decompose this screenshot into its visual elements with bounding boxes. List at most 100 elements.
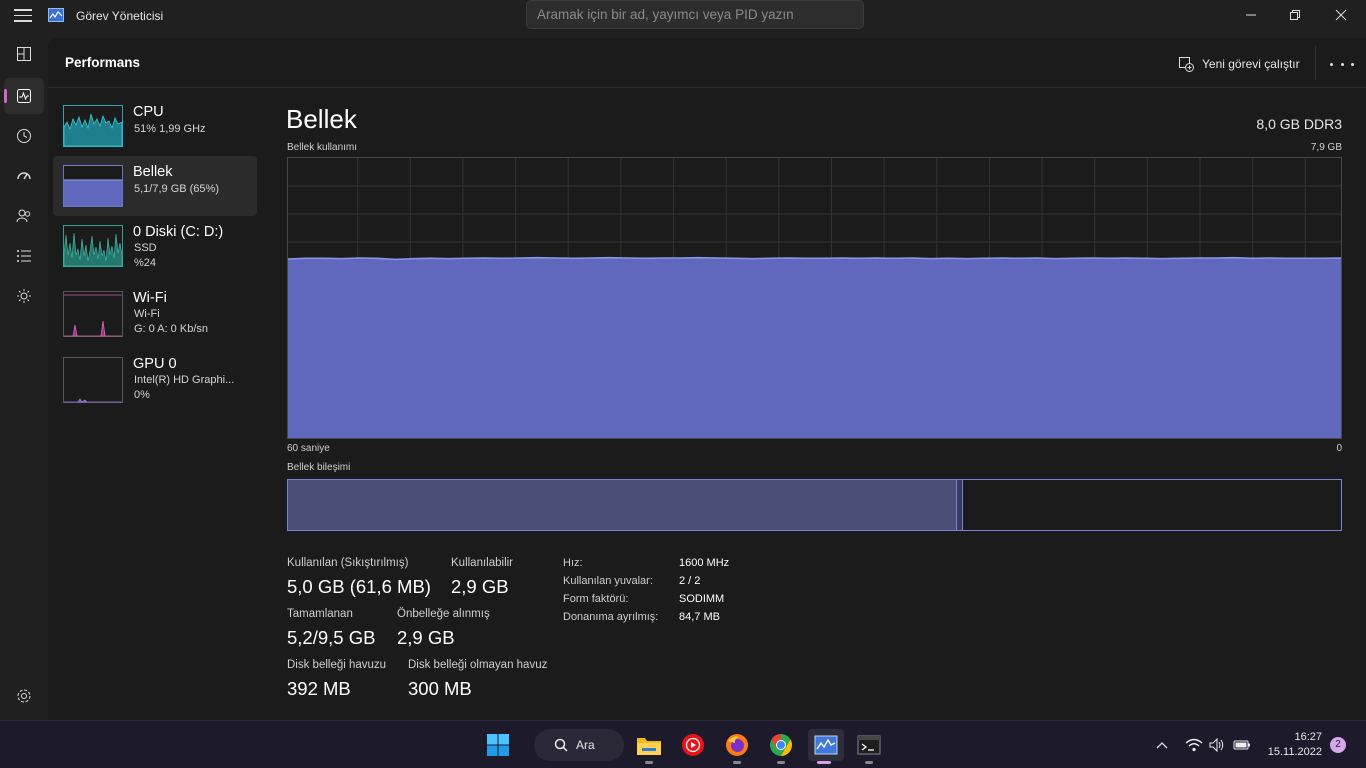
committed-value: 5,2/9,5 GB bbox=[287, 627, 376, 648]
running-indicator bbox=[865, 761, 873, 764]
usage-graph-label: Bellek kullanımı bbox=[287, 142, 358, 153]
taskbar: Ara 16:27 15.11.2022 2 bbox=[0, 720, 1366, 768]
side-item-subtitle: Wi-Fi bbox=[134, 308, 160, 320]
speed-key: Hız: bbox=[563, 557, 583, 569]
side-item-gpu[interactable]: GPU 0 Intel(R) HD Graphi... 0% bbox=[53, 348, 257, 408]
side-item-subtitle: 51% 1,99 GHz bbox=[134, 123, 206, 135]
taskbar-chrome[interactable] bbox=[765, 729, 797, 764]
cpu-thumbnail-graph bbox=[63, 105, 123, 147]
nav-performance[interactable] bbox=[4, 78, 44, 114]
main-panel: Performans Yeni görevi çalıştır CPU 51% … bbox=[48, 38, 1366, 720]
taskbar-firefox[interactable] bbox=[721, 729, 753, 764]
side-item-subtitle: SSD bbox=[134, 242, 157, 254]
system-clock[interactable]: 16:27 15.11.2022 bbox=[1262, 730, 1322, 760]
taskbar-start[interactable] bbox=[482, 729, 514, 761]
hardware-reserved-key: Donanıma ayrılmış: bbox=[563, 611, 659, 623]
start-icon bbox=[487, 734, 509, 756]
memory-usage-graph bbox=[287, 157, 1342, 439]
composition-in-use-segment bbox=[288, 480, 957, 530]
clock-date: 15.11.2022 bbox=[1267, 746, 1322, 758]
header-divider bbox=[1315, 46, 1316, 80]
volume-icon bbox=[1209, 738, 1224, 752]
show-hidden-icons-button[interactable] bbox=[1146, 729, 1178, 761]
nav-processes[interactable] bbox=[4, 36, 44, 72]
available-label: Kullanılabilir bbox=[451, 557, 514, 569]
nav-settings[interactable] bbox=[4, 678, 44, 714]
nav-services[interactable] bbox=[4, 278, 44, 314]
gpu-thumbnail-graph bbox=[63, 357, 123, 403]
composition-modified-segment bbox=[957, 480, 963, 530]
restore-icon bbox=[1290, 10, 1300, 20]
search-icon bbox=[554, 738, 568, 752]
battery-button[interactable] bbox=[1226, 729, 1258, 761]
nav-startup-apps[interactable] bbox=[4, 158, 44, 194]
details-icon bbox=[17, 250, 31, 262]
time-axis-end: 0 bbox=[1336, 443, 1342, 454]
side-item-wifi[interactable]: Wi-Fi Wi-Fi G: 0 A: 0 Kb/sn bbox=[53, 282, 257, 342]
nav-users[interactable] bbox=[4, 198, 44, 234]
time-axis-start: 60 saniye bbox=[287, 443, 330, 454]
side-item-title: 0 Diski (C: D:) bbox=[133, 224, 224, 240]
settings-icon bbox=[17, 689, 31, 703]
side-item-detail: G: 0 A: 0 Kb/sn bbox=[134, 323, 208, 335]
in-use-value: 5,0 GB (61,6 MB) bbox=[287, 576, 431, 597]
side-item-memory[interactable]: Bellek 5,1/7,9 GB (65%) bbox=[53, 156, 257, 216]
taskbar-search[interactable]: Ara bbox=[534, 729, 624, 761]
paged-pool-value: 392 MB bbox=[287, 678, 351, 699]
slots-key: Kullanılan yuvalar: bbox=[563, 575, 653, 587]
users-icon bbox=[16, 209, 31, 223]
page-title: Performans bbox=[65, 55, 141, 70]
nav-details[interactable] bbox=[4, 238, 44, 274]
paged-pool-label: Disk belleği havuzu bbox=[287, 659, 387, 671]
close-button[interactable] bbox=[1318, 0, 1364, 30]
side-item-subtitle: Intel(R) HD Graphi... bbox=[134, 374, 235, 386]
available-value: 2,9 GB bbox=[451, 576, 509, 597]
memory-spec: 8,0 GB DDR3 bbox=[1256, 116, 1342, 132]
startup-apps-icon bbox=[17, 172, 31, 180]
search-input[interactable]: Aramak için bir ad, yayımcı veya PID yaz… bbox=[526, 0, 864, 29]
nav-rail bbox=[0, 32, 48, 720]
side-item-title: Bellek bbox=[133, 164, 173, 180]
side-item-cpu[interactable]: CPU 51% 1,99 GHz bbox=[53, 96, 257, 156]
minimize-button[interactable] bbox=[1228, 0, 1274, 30]
memory-composition-bar bbox=[287, 479, 1342, 531]
side-item-disk[interactable]: 0 Diski (C: D:) SSD %24 bbox=[53, 216, 257, 276]
chrome-icon bbox=[770, 734, 792, 756]
title-bar: Görev Yöneticisi Aramak için bir ad, yay… bbox=[0, 0, 1366, 32]
usage-graph-max: 7,9 GB bbox=[1310, 142, 1342, 153]
processes-icon bbox=[17, 47, 31, 61]
disk-thumbnail-graph bbox=[63, 225, 123, 267]
restore-button[interactable] bbox=[1272, 0, 1318, 30]
run-new-task-label: Yeni görevi çalıştır bbox=[1202, 57, 1300, 71]
terminal-icon bbox=[857, 735, 881, 755]
file-explorer-icon bbox=[637, 738, 661, 755]
taskbar-terminal[interactable] bbox=[853, 729, 885, 764]
detail-title: Bellek bbox=[286, 104, 357, 134]
taskbar-task-manager[interactable] bbox=[808, 729, 844, 764]
usage-area bbox=[288, 257, 1341, 438]
app-history-icon bbox=[17, 129, 31, 143]
side-item-title: GPU 0 bbox=[133, 356, 177, 372]
run-new-task-button[interactable]: Yeni görevi çalıştır bbox=[1178, 54, 1300, 74]
active-indicator bbox=[817, 761, 831, 764]
menu-icon[interactable] bbox=[14, 9, 32, 23]
form-factor-value: SODIMM bbox=[679, 593, 725, 605]
header: Performans Yeni görevi çalıştır bbox=[48, 38, 1366, 88]
nav-app-history[interactable] bbox=[4, 118, 44, 154]
minimize-icon bbox=[1246, 14, 1256, 16]
battery-icon bbox=[1233, 740, 1250, 750]
wifi-thumbnail-graph bbox=[63, 291, 123, 337]
running-indicator bbox=[777, 761, 785, 764]
services-icon bbox=[17, 289, 31, 303]
taskbar-search-label: Ara bbox=[576, 738, 595, 752]
more-options-icon[interactable] bbox=[1330, 54, 1354, 74]
nonpaged-pool-label: Disk belleği olmayan havuz bbox=[408, 659, 548, 671]
cached-value: 2,9 GB bbox=[397, 627, 455, 648]
running-indicator bbox=[645, 761, 653, 764]
close-icon bbox=[1335, 9, 1347, 21]
form-factor-key: Form faktörü: bbox=[563, 593, 629, 605]
taskbar-youtube-music[interactable] bbox=[677, 729, 709, 761]
running-indicator bbox=[733, 761, 741, 764]
taskbar-file-explorer[interactable] bbox=[633, 729, 665, 764]
notification-badge[interactable]: 2 bbox=[1330, 737, 1346, 753]
